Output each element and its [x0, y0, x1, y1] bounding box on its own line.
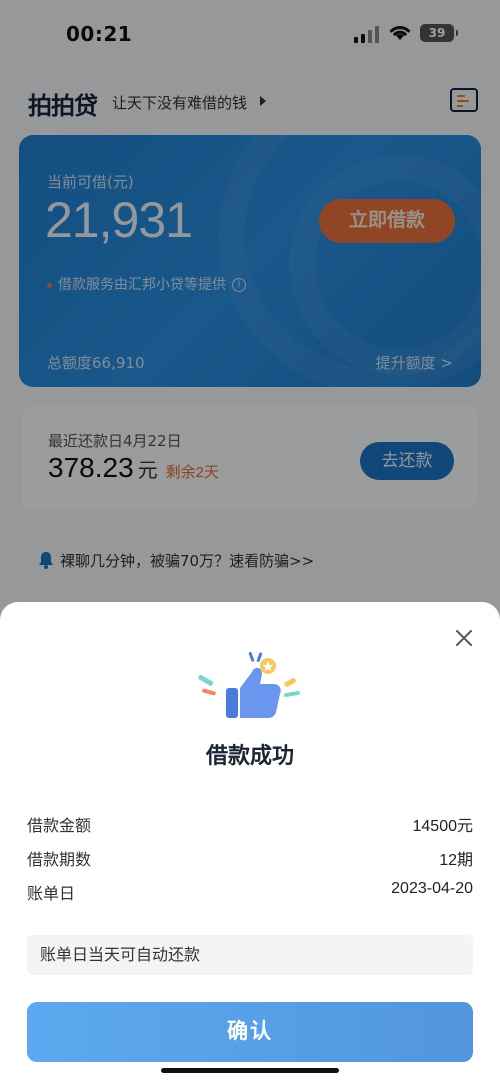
- home-indicator[interactable]: [161, 1068, 339, 1073]
- loan-amount-value: 14500元: [412, 818, 474, 835]
- dialog-title: 借款成功: [205, 744, 294, 769]
- loan-amount-label: 借款金额: [27, 816, 92, 835]
- loan-term-label: 借款期数: [27, 850, 92, 869]
- close-icon[interactable]: [452, 626, 476, 650]
- detail-row: 借款期数 12期: [27, 846, 473, 880]
- loan-detail-list: 借款金额 14500元 借款期数 12期 账单日 2023-04-20: [27, 812, 473, 914]
- thumbs-up-icon: [198, 652, 300, 718]
- detail-row: 借款金额 14500元: [27, 812, 473, 846]
- detail-row: 账单日 2023-04-20: [27, 880, 473, 914]
- billing-date-label: 账单日: [27, 884, 76, 903]
- loan-success-dialog: 借款成功 借款金额 14500元 借款期数 12期 账单日 2023-04-20…: [0, 602, 500, 1084]
- auto-repay-tip: 账单日当天可自动还款: [27, 935, 473, 975]
- billing-date-value: 2023-04-20: [391, 880, 473, 897]
- loan-term-value: 12期: [439, 852, 473, 869]
- confirm-button[interactable]: 确认: [27, 1002, 473, 1062]
